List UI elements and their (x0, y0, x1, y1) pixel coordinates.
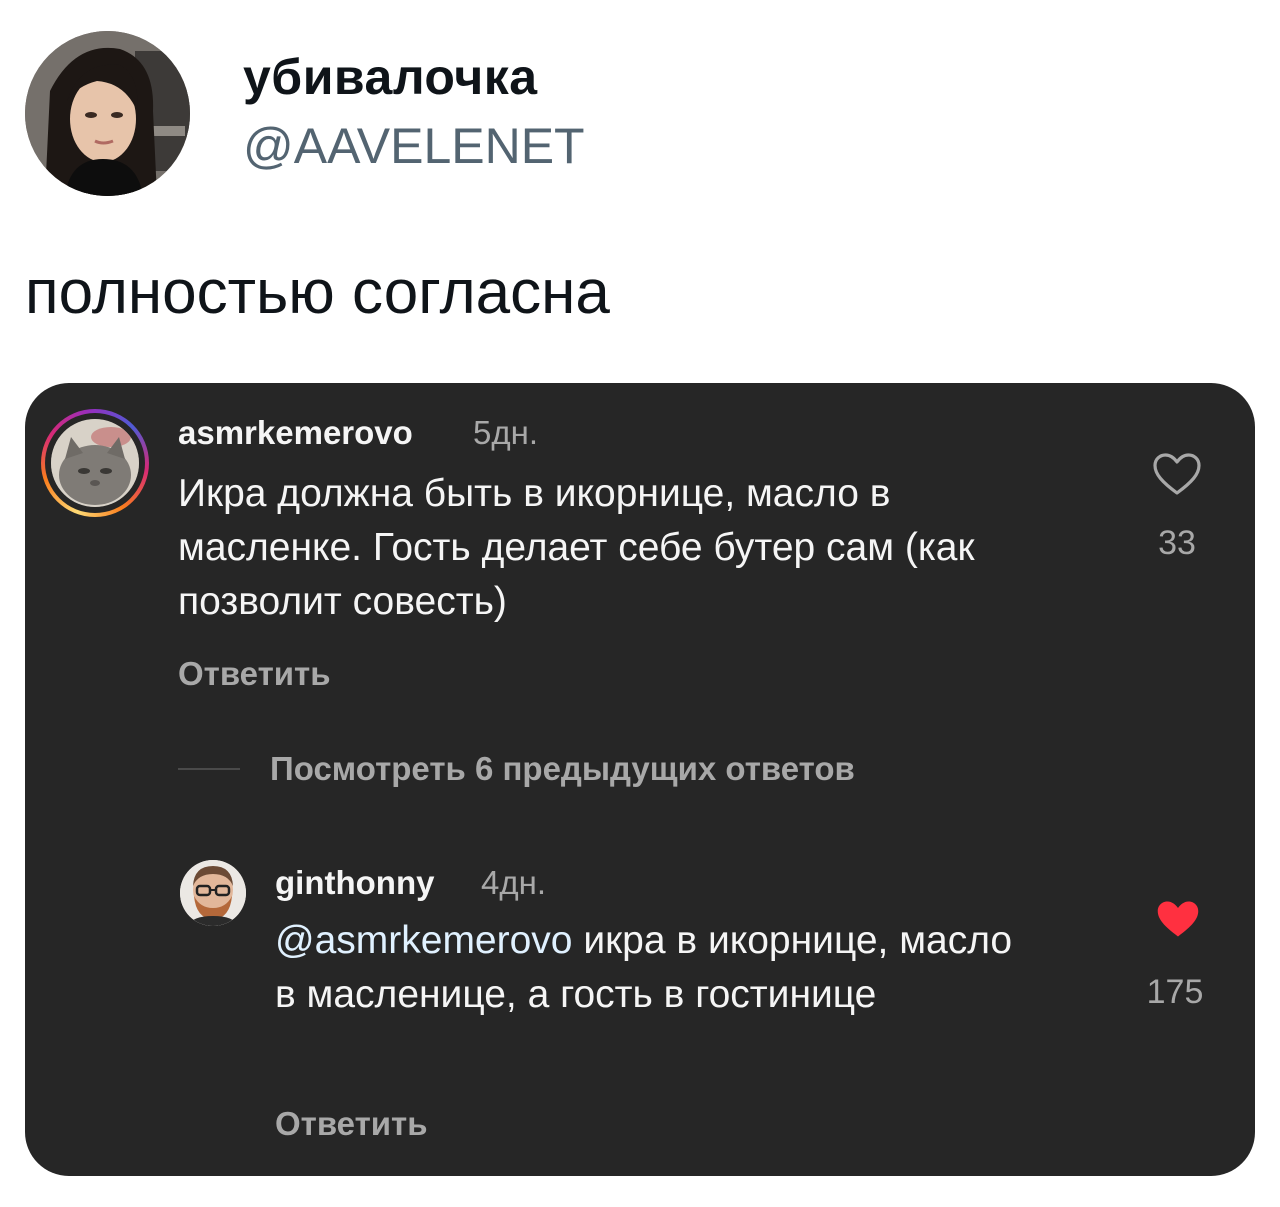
replies-divider (178, 768, 240, 770)
reply-text: @asmrkemerovo икра в икорнице, масло в м… (275, 914, 1035, 1022)
tweet-text: полностью согласна (25, 258, 610, 327)
like-count-2: 175 (1146, 973, 1204, 1011)
author-name[interactable]: убивалочка (243, 48, 538, 106)
reply-username[interactable]: ginthonny (275, 864, 434, 902)
author-handle[interactable]: @AAVELENET (243, 117, 585, 175)
reply-time: 4дн. (481, 864, 547, 901)
comment-time: 5дн. (473, 414, 539, 451)
mention-link[interactable]: @asmrkemerovo (275, 919, 573, 962)
comment-username[interactable]: asmrkemerovo (178, 414, 413, 452)
author-avatar[interactable] (25, 31, 190, 196)
heart-filled-icon[interactable] (1155, 898, 1201, 940)
comment-text: Икра должна быть в икорнице, масло в мас… (178, 472, 975, 623)
reply-button[interactable]: Ответить (178, 655, 331, 693)
like-count: 33 (1158, 524, 1196, 562)
view-previous-replies-button[interactable]: Посмотреть 6 предыдущих ответов (270, 750, 855, 788)
heart-outline-icon[interactable] (1152, 452, 1202, 496)
reply-avatar[interactable] (180, 860, 246, 926)
commenter-avatar[interactable] (51, 419, 139, 507)
reply-button-2[interactable]: Ответить (275, 1105, 428, 1143)
